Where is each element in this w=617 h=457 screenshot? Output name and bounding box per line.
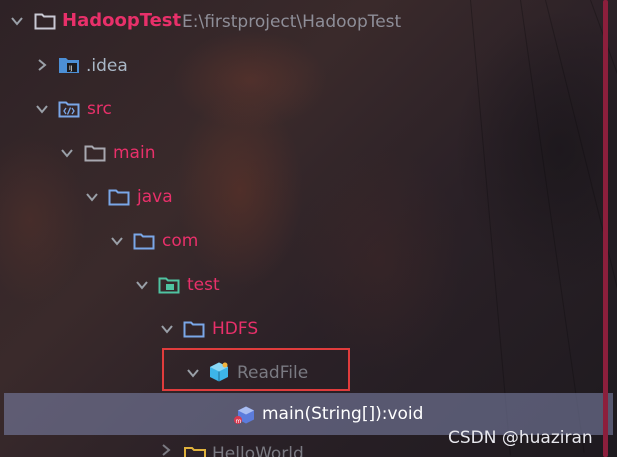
tree-row-test[interactable]: test (0, 264, 605, 308)
folder-icon (84, 144, 106, 162)
test-label: test (187, 275, 220, 295)
tree-row-partial[interactable]: HelloWorld (160, 444, 360, 457)
hdfs-label: HDFS (212, 319, 259, 339)
vertical-scrollbar[interactable] (603, 0, 608, 457)
chevron-down-icon[interactable] (60, 146, 74, 160)
chevron-down-icon[interactable] (135, 278, 149, 292)
chevron-right-icon[interactable] (160, 444, 172, 456)
test-package-icon (158, 276, 180, 294)
chevron-right-icon[interactable] (35, 58, 49, 72)
com-label: com (162, 231, 199, 251)
chevron-down-icon[interactable] (35, 102, 49, 116)
main-label: main (113, 143, 156, 163)
project-path: E:\firstproject\HadoopTest (182, 12, 402, 32)
partial-label: HelloWorld (212, 444, 304, 457)
folder-icon (133, 232, 155, 250)
tree-row-idea[interactable]: IJ .idea (0, 44, 605, 88)
tree-row-src[interactable]: src (0, 88, 605, 132)
chevron-down-icon[interactable] (10, 14, 24, 28)
highlight-box (162, 348, 350, 391)
folder-icon (108, 188, 130, 206)
folder-icon (34, 12, 56, 30)
watermark: CSDN @huaziran (448, 428, 593, 448)
idea-folder-icon: IJ (58, 56, 80, 74)
source-folder-icon (58, 100, 80, 118)
chevron-down-icon[interactable] (160, 322, 174, 336)
project-name: HadoopTest (62, 10, 182, 31)
svg-text:m: m (236, 418, 242, 425)
tree-row-hdfs[interactable]: HDFS (0, 308, 605, 352)
chevron-down-icon[interactable] (110, 234, 124, 248)
idea-label: .idea (86, 56, 128, 76)
tree-row-project[interactable]: HadoopTest E:\firstproject\HadoopTest (0, 0, 605, 44)
tree-row-main[interactable]: main (0, 132, 605, 176)
java-label: java (137, 187, 173, 207)
tree-row-com[interactable]: com (0, 220, 605, 264)
folder-icon (184, 444, 206, 457)
src-label: src (87, 99, 112, 119)
method-label: main(String[]):void (262, 404, 424, 424)
tree-row-java[interactable]: java (0, 176, 605, 220)
chevron-down-icon[interactable] (85, 190, 99, 204)
folder-icon (183, 320, 205, 338)
method-icon: m (232, 405, 256, 427)
svg-text:IJ: IJ (69, 65, 73, 72)
